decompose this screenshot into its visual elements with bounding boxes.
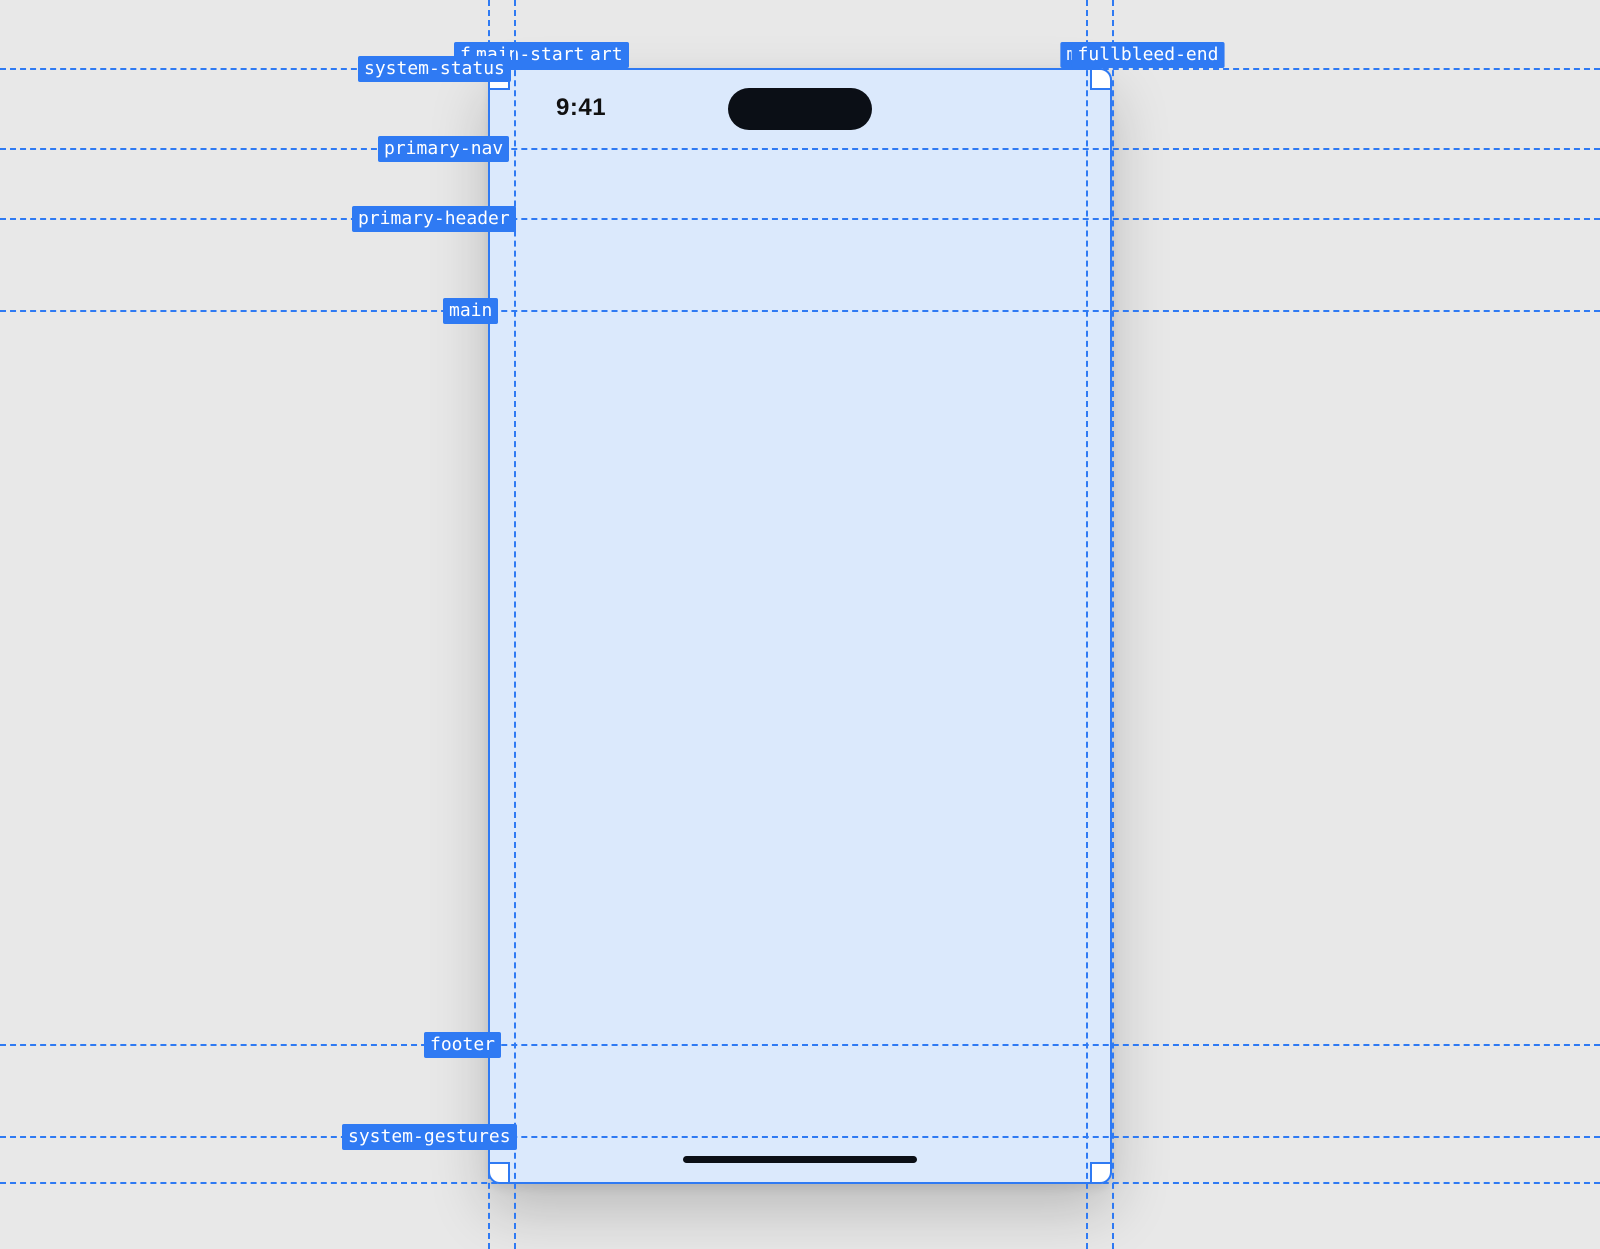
guide-fullbleed-end[interactable]: fullbleed-end [1112,0,1114,1249]
guide-label: fullbleed-end [1072,42,1225,68]
selection-overlay[interactable] [488,68,1112,1184]
resize-handle-bottom-left[interactable] [488,1162,510,1184]
resize-handle-bottom-right[interactable] [1090,1162,1112,1184]
guide-label: fullbleed-start [454,42,629,68]
resize-handle-top-right[interactable] [1090,68,1112,90]
guide-label: main-end [1060,42,1159,68]
resize-handle-top-left[interactable] [488,68,510,90]
status-time: 9:41 [556,94,606,122]
home-indicator[interactable] [683,1156,917,1163]
dynamic-island [728,88,872,130]
guide-label: main-start [470,42,590,68]
